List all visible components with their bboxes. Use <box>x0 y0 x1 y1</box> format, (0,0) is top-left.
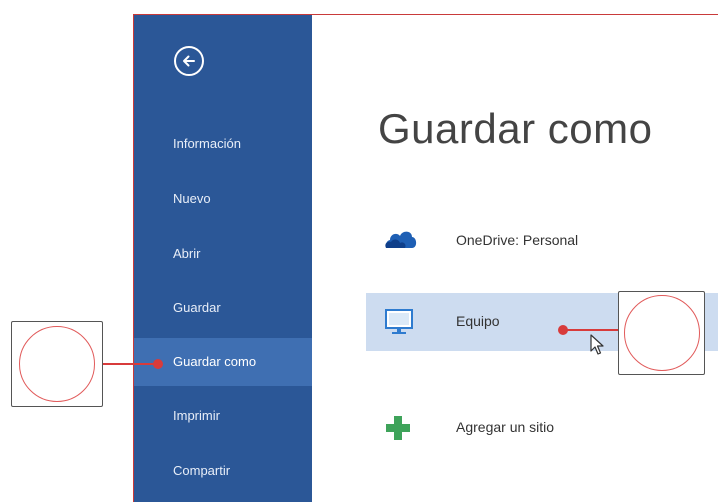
backstage-window: Información Nuevo Abrir Guardar Guardar … <box>133 14 718 502</box>
annotation-callout-left <box>11 321 103 407</box>
mouse-pointer-icon <box>590 334 604 359</box>
nav-item-nuevo[interactable]: Nuevo <box>134 175 312 223</box>
cloud-icon <box>384 227 417 255</box>
nav-item-guardar[interactable]: Guardar <box>134 284 312 332</box>
page-title: Guardar como <box>378 105 653 152</box>
backstage-sidebar: Información Nuevo Abrir Guardar Guardar … <box>134 15 312 502</box>
nav-item-abrir[interactable]: Abrir <box>134 230 312 278</box>
nav-item-compartir[interactable]: Compartir <box>134 447 312 495</box>
main-panel: Guardar como OneDrive: Personal Equipo A… <box>312 15 718 502</box>
annotation-connector-left <box>103 363 155 365</box>
nav-item-imprimir[interactable]: Imprimir <box>134 392 312 440</box>
location-agregar-sitio[interactable]: Agregar un sitio <box>366 399 718 457</box>
back-button[interactable] <box>174 46 204 76</box>
location-label: OneDrive: Personal <box>456 232 579 248</box>
location-onedrive[interactable]: OneDrive: Personal <box>366 212 718 270</box>
computer-icon <box>384 308 414 336</box>
nav-item-informacion[interactable]: Información <box>134 120 312 168</box>
plus-icon <box>384 414 414 442</box>
annotation-connector-right <box>564 329 619 331</box>
callout-ring <box>623 295 700 371</box>
annotation-dot-left <box>153 359 163 369</box>
location-label: Equipo <box>456 313 500 329</box>
annotation-callout-right <box>618 291 705 375</box>
back-arrow-icon <box>183 55 195 67</box>
location-label: Agregar un sitio <box>456 419 555 435</box>
callout-ring <box>19 326 95 402</box>
